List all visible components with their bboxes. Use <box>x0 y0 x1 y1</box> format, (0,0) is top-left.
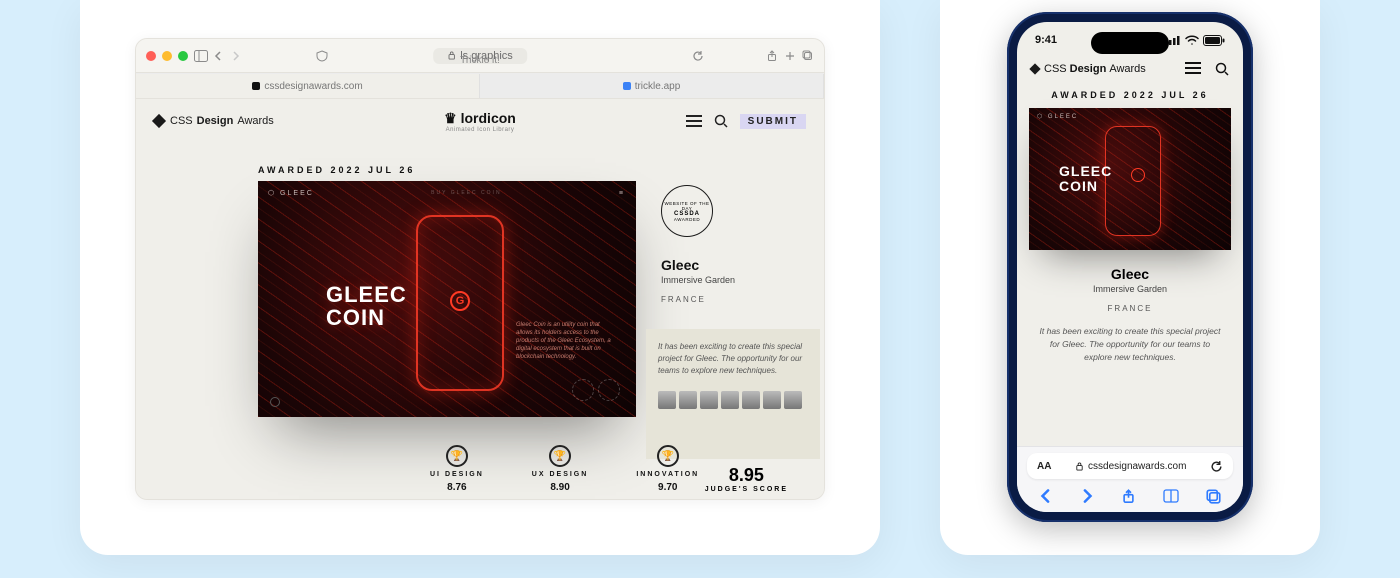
avatar[interactable] <box>763 391 781 409</box>
desktop-mockup-panel: ls.graphics Trickle it! cssdesignawards.… <box>80 0 880 555</box>
browser-tab-row: Trickle it! cssdesignawards.com trickle.… <box>136 73 824 99</box>
project-country: FRANCE <box>661 295 706 304</box>
tab-label: trickle.app <box>635 81 681 92</box>
hero-indicator <box>270 397 280 407</box>
maximize-window-button[interactable] <box>178 51 188 61</box>
center-brand[interactable]: ♛ lordicon Animated Icon Library <box>444 110 516 133</box>
diamond-icon <box>1029 63 1040 74</box>
gleec-logo-icon: G <box>450 291 470 311</box>
new-tab-button[interactable] <box>784 50 796 62</box>
hero-brand: ⬡ GLEEC <box>268 189 314 197</box>
project-subtitle[interactable]: Immersive Garden <box>661 275 735 285</box>
project-hero[interactable]: ⬡ GLEEC BUY GLEEC COIN ≡ GLEECCOIN G Gle… <box>258 181 636 417</box>
avatar[interactable] <box>784 391 802 409</box>
wotd-badge: WEBSITE OF THE DAY CSSDA AWARDED <box>661 185 713 237</box>
reload-button[interactable] <box>1210 460 1223 473</box>
trophy-icon: 🏆 <box>657 445 679 467</box>
mobile-address-bar[interactable]: AA cssdesignawards.com <box>1027 453 1233 479</box>
back-button[interactable] <box>1039 489 1053 504</box>
hero-header: ⬡ GLEEC BUY GLEEC COIN ≡ <box>268 189 626 197</box>
hero-blurb: Gleec Coin is an utility coin that allow… <box>516 321 616 361</box>
avatar[interactable] <box>721 391 739 409</box>
search-icon[interactable] <box>1215 62 1229 76</box>
browser-window: ls.graphics Trickle it! cssdesignawards.… <box>135 38 825 500</box>
cssda-logo[interactable]: CSSDesignAwards <box>154 115 274 127</box>
tab-label: cssdesignawards.com <box>264 81 362 92</box>
notch <box>1091 32 1169 54</box>
project-quote-block: It has been exciting to create this spec… <box>646 329 820 459</box>
wifi-icon <box>1185 35 1199 45</box>
project-title[interactable]: Gleec <box>661 257 699 273</box>
hero-nav-circles <box>572 379 620 401</box>
project-subtitle[interactable]: Immersive Garden <box>1017 284 1243 294</box>
iphone-frame: 9:41 CSSDesignAwards <box>1007 12 1253 522</box>
site-header: CSSDesignAwards ♛ lordicon Animated Icon… <box>136 99 824 143</box>
judge-score: 8.95 JUDGE'S SCORE <box>705 465 788 493</box>
privacy-shield-icon[interactable] <box>316 50 328 62</box>
reload-button[interactable] <box>692 50 704 62</box>
bookmarks-button[interactable] <box>1163 489 1179 504</box>
back-button[interactable] <box>214 51 224 61</box>
share-button[interactable] <box>766 50 778 62</box>
hero-brand: ⬡ GLEEC <box>1037 113 1078 120</box>
hero-title: GLEECCOIN <box>326 283 407 329</box>
project-country: FRANCE <box>1017 304 1243 313</box>
favicon-icon <box>623 82 631 90</box>
score-ux: 🏆 UX DESIGN 8.90 <box>532 445 589 493</box>
mobile-url: cssdesignawards.com <box>1088 461 1186 472</box>
trickle-callout: Trickle it! <box>460 55 500 66</box>
avatar[interactable] <box>658 391 676 409</box>
award-date: AWARDED 2022 JUL 26 <box>258 165 415 175</box>
phone-outline-graphic <box>1105 126 1161 236</box>
avatar[interactable] <box>742 391 760 409</box>
browser-tab-cssda[interactable]: cssdesignawards.com <box>136 74 480 98</box>
header-nav: SUBMIT <box>686 114 806 129</box>
score-innovation: 🏆 INNOVATION 9.70 <box>636 445 699 493</box>
trophy-icon: 🏆 <box>446 445 468 467</box>
project-hero[interactable]: ⬡ GLEEC GLEECCOIN <box>1029 108 1231 250</box>
mobile-site-header: CSSDesignAwards <box>1017 58 1243 84</box>
phone-screen: 9:41 CSSDesignAwards <box>1017 22 1243 512</box>
minimize-window-button[interactable] <box>162 51 172 61</box>
mobile-mockup-panel: 9:41 CSSDesignAwards <box>940 0 1320 555</box>
project-quote: It has been exciting to create this spec… <box>1037 325 1223 363</box>
menu-icon[interactable] <box>686 115 702 127</box>
trophy-icon: 🏆 <box>549 445 571 467</box>
close-window-button[interactable] <box>146 51 156 61</box>
share-button[interactable] <box>1121 489 1136 504</box>
forward-button[interactable] <box>230 51 240 61</box>
traffic-lights <box>146 51 188 61</box>
avatar[interactable] <box>700 391 718 409</box>
page-content: CSSDesignAwards ♛ lordicon Animated Icon… <box>136 99 824 499</box>
project-quote: It has been exciting to create this spec… <box>658 341 808 377</box>
lock-icon <box>1075 462 1084 471</box>
gleec-logo-icon <box>1131 168 1145 182</box>
hero-nav-icon: ≡ <box>619 190 626 197</box>
diamond-icon <box>152 114 166 128</box>
award-date: AWARDED 2022 JUL 26 <box>1017 90 1243 100</box>
avatar[interactable] <box>679 391 697 409</box>
score-ui: 🏆 UI DESIGN 8.76 <box>430 445 484 493</box>
status-time: 9:41 <box>1035 34 1057 46</box>
browser-tab-trickle[interactable]: trickle.app <box>480 74 824 98</box>
menu-icon[interactable] <box>1185 62 1201 76</box>
favicon-icon <box>252 82 260 90</box>
project-title[interactable]: Gleec <box>1017 266 1243 282</box>
hero-menu-label: BUY GLEEC COIN <box>431 190 501 196</box>
safari-bottom-chrome: AA cssdesignawards.com <box>1017 446 1243 512</box>
tabs-button[interactable] <box>1206 489 1221 504</box>
judge-avatars <box>658 391 808 409</box>
text-size-button[interactable]: AA <box>1037 461 1051 472</box>
search-icon[interactable] <box>714 114 728 128</box>
submit-button[interactable]: SUBMIT <box>740 114 806 129</box>
hero-title: GLEECCOIN <box>1059 164 1112 193</box>
cssda-logo[interactable]: CSSDesignAwards <box>1031 63 1146 75</box>
tabs-overview-button[interactable] <box>802 50 814 62</box>
forward-button[interactable] <box>1080 489 1094 504</box>
battery-icon <box>1203 35 1225 46</box>
lock-icon <box>447 51 456 60</box>
sidebar-toggle-icon[interactable] <box>194 50 208 62</box>
score-row: 🏆 UI DESIGN 8.76 🏆 UX DESIGN 8.90 🏆 INNO… <box>430 445 699 493</box>
